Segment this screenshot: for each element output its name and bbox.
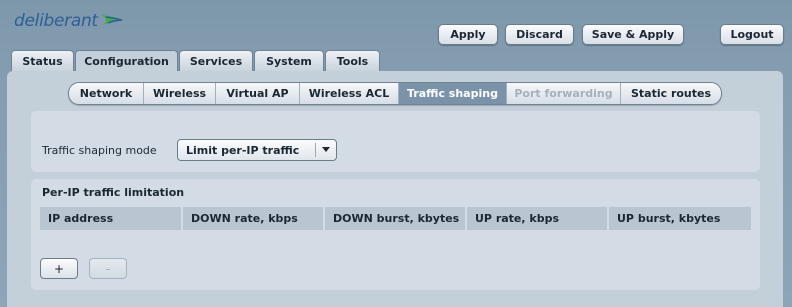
discard-button[interactable]: Discard — [505, 24, 574, 45]
main-tabs: Status Configuration Services System Too… — [11, 50, 381, 72]
logout-button[interactable]: Logout — [720, 24, 784, 45]
swoosh-logo-icon — [100, 15, 124, 25]
tab-status[interactable]: Status — [11, 50, 74, 71]
subtab-network[interactable]: Network — [69, 83, 144, 104]
subtab-port-forwarding: Port forwarding — [507, 83, 621, 104]
table-header: IP address DOWN rate, kbps DOWN burst, k… — [40, 207, 751, 230]
mode-section — [31, 111, 760, 172]
deliberant-logo: deliberant — [14, 11, 126, 31]
sub-tabs: Network Wireless Virtual AP Wireless ACL… — [68, 82, 722, 105]
apply-button[interactable]: Apply — [438, 24, 498, 45]
select-value: Limit per-IP traffic — [186, 143, 300, 157]
logo-text: deliberant — [14, 11, 98, 31]
tab-tools[interactable]: Tools — [325, 50, 380, 71]
column-up-rate: UP rate, kbps — [467, 207, 609, 230]
tab-configuration[interactable]: Configuration — [75, 50, 178, 72]
add-row-button[interactable]: + — [40, 258, 78, 279]
subtab-traffic-shaping[interactable]: Traffic shaping — [399, 83, 507, 104]
column-ip-address: IP address — [40, 207, 183, 230]
subtab-virtual-ap[interactable]: Virtual AP — [216, 83, 300, 104]
tab-services[interactable]: Services — [179, 50, 253, 71]
subtab-wireless-acl[interactable]: Wireless ACL — [300, 83, 399, 104]
remove-row-button: - — [89, 258, 127, 279]
tab-system[interactable]: System — [254, 50, 324, 71]
dropdown-arrow-icon — [316, 147, 336, 153]
save-apply-button[interactable]: Save & Apply — [582, 24, 684, 45]
traffic-shaping-mode-label: Traffic shaping mode — [42, 144, 157, 157]
column-down-rate: DOWN rate, kbps — [183, 207, 325, 230]
subtab-static-routes[interactable]: Static routes — [621, 83, 721, 104]
traffic-shaping-mode-select[interactable]: Limit per-IP traffic — [177, 139, 337, 161]
section-title: Per-IP traffic limitation — [42, 186, 185, 199]
column-up-burst: UP burst, kbytes — [609, 207, 751, 230]
subtab-wireless[interactable]: Wireless — [144, 83, 216, 104]
column-down-burst: DOWN burst, kbytes — [325, 207, 467, 230]
